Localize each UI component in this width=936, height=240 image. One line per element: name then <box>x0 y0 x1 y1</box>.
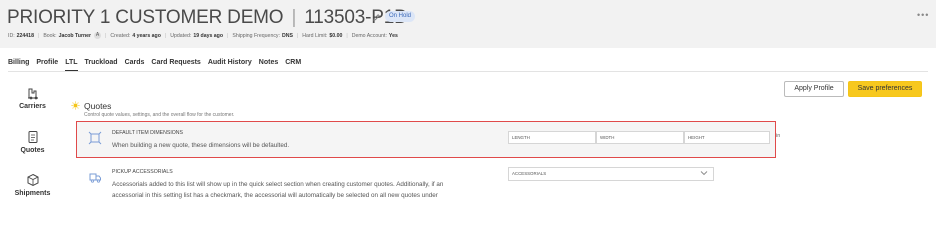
pencil-icon[interactable] <box>372 13 381 22</box>
tab-crm[interactable]: CRM <box>285 59 301 71</box>
tab-truckload[interactable]: Truckload <box>85 59 118 71</box>
page-title: PRIORITY 1 CUSTOMER DEMO | 113503-P1D <box>7 7 408 29</box>
tab-audit-history[interactable]: Audit History <box>208 59 252 71</box>
tab-divider <box>8 71 928 72</box>
customer-meta: ID: 224418 | Book: Jacob Turner A | Create… <box>8 32 398 39</box>
meta-hardlimit-value: $0.00 <box>329 32 343 39</box>
tab-billing[interactable]: Billing <box>8 59 29 71</box>
chevron-down-icon[interactable] <box>700 170 708 176</box>
quotes-icon <box>28 131 37 143</box>
tab-ltl[interactable]: LTL <box>65 59 78 71</box>
sidebar-item-carriers[interactable]: Carriers <box>10 86 55 110</box>
meta-id-label: ID: <box>8 32 15 39</box>
height-input[interactable]: HEIGHT <box>684 131 770 144</box>
setting-description-line-2: accessorial in this setting list has a c… <box>112 192 438 199</box>
setting-description: When building a new quote, these dimensi… <box>112 142 290 149</box>
tab-card-requests[interactable]: Card Requests <box>151 59 200 71</box>
accessorials-select[interactable]: ACCESSORIALS <box>508 167 714 181</box>
apply-profile-button[interactable]: Apply Profile <box>784 81 844 97</box>
sidebar-item-quotes[interactable]: Quotes <box>10 130 55 154</box>
tab-bar: Billing Profile LTL Truckload Cards Card… <box>8 59 301 71</box>
shipments-icon <box>27 173 38 187</box>
setting-title: DEFAULT ITEM DIMENSIONS <box>112 130 183 136</box>
company-name: PRIORITY 1 CUSTOMER DEMO <box>7 7 284 28</box>
length-input[interactable]: LENGTH <box>508 131 596 144</box>
setting-title: PICKUP ACCESSORIALS <box>112 169 173 175</box>
meta-demo-value: Yes <box>388 32 398 39</box>
meta-created-label: Created: <box>110 32 131 39</box>
meta-updated-value: 19 days ago <box>193 32 224 39</box>
section-title: Quotes <box>84 101 112 111</box>
meta-created-value: 4 years ago <box>132 32 161 39</box>
tab-profile[interactable]: Profile <box>36 59 58 71</box>
sidebar-item-label: Carriers <box>19 103 46 110</box>
book-badge: A <box>94 32 102 39</box>
tab-cards[interactable]: Cards <box>125 59 145 71</box>
sidebar-item-label: Shipments <box>14 190 51 197</box>
meta-book-label: Book: <box>43 32 57 39</box>
more-horizontal-icon[interactable]: ••• <box>917 10 929 20</box>
tab-notes[interactable]: Notes <box>259 59 278 71</box>
section-subtitle: Control quote values, settings, and the … <box>84 112 235 118</box>
meta-book-value[interactable]: Jacob Turner <box>59 33 91 39</box>
dimensions-icon <box>88 131 102 145</box>
meta-updated-label: Updated: <box>170 32 192 39</box>
save-preferences-button[interactable]: Save preferences <box>848 81 922 97</box>
status-badge: On Hold <box>385 11 416 22</box>
sidebar-item-shipments[interactable]: Shipments <box>10 173 55 197</box>
carriers-icon <box>27 88 38 100</box>
title-separator: | <box>291 7 297 28</box>
sun-icon <box>71 101 80 110</box>
width-input[interactable]: WIDTH <box>596 131 684 144</box>
meta-shipping-label: Shipping Frequency: <box>232 32 280 39</box>
setting-description-line-1: Accessorials added to this list will sho… <box>112 181 444 188</box>
sidebar-item-label: Quotes <box>20 147 45 154</box>
dimension-unit: in <box>776 133 781 139</box>
meta-hardlimit-label: Hard Limit: <box>302 32 328 39</box>
meta-id-value: 224418 <box>16 32 34 39</box>
pickup-truck-icon <box>89 173 101 183</box>
meta-shipping-value: DNS <box>281 32 293 39</box>
meta-demo-label: Demo Account: <box>351 32 387 39</box>
